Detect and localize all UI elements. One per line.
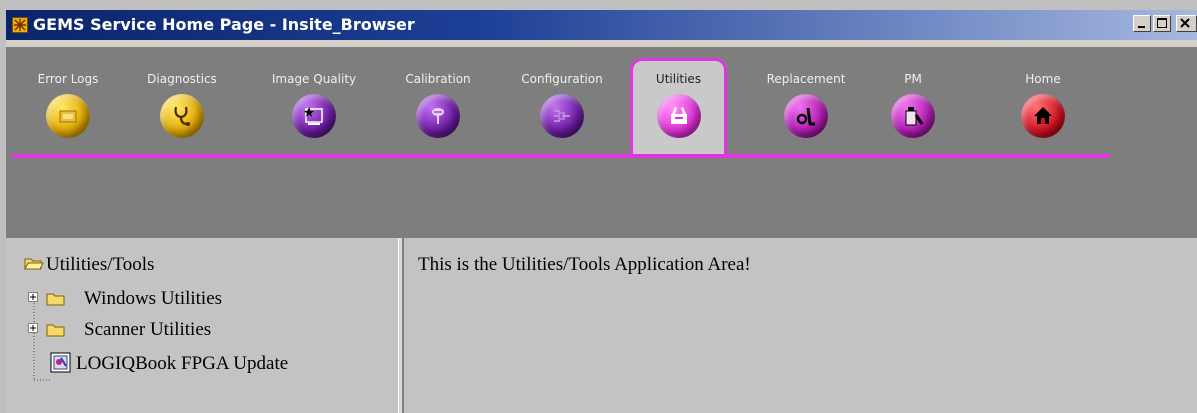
- tab-calibration[interactable]: Calibration: [382, 62, 494, 142]
- tab-pm[interactable]: PM: [857, 62, 969, 142]
- tab-label: Error Logs: [37, 72, 99, 86]
- active-tab-underline: [12, 154, 1110, 158]
- open-folder-icon: [24, 258, 44, 270]
- app-icon: [12, 17, 28, 33]
- tab-label: Home: [1025, 72, 1061, 86]
- tab-label: PM: [904, 72, 922, 86]
- pane-splitter[interactable]: [398, 238, 404, 413]
- tab-label: Configuration: [521, 72, 603, 86]
- tab-label: Image Quality: [271, 72, 357, 86]
- tab-diagnostics[interactable]: Diagnostics: [126, 62, 238, 142]
- tree-item-label: Scanner Utilities: [84, 319, 212, 340]
- folder-icon: [46, 324, 65, 337]
- tree-item-label: Windows Utilities: [84, 288, 223, 309]
- expand-icon[interactable]: [28, 292, 40, 304]
- home-icon: [1021, 94, 1065, 138]
- application-icon: [50, 352, 71, 373]
- window-title: GEMS Service Home Page - Insite_Browser: [33, 15, 415, 34]
- replacement-icon: [784, 94, 828, 138]
- expand-icon[interactable]: [28, 323, 40, 335]
- tab-home[interactable]: Home: [987, 62, 1099, 142]
- minimize-button[interactable]: [1133, 15, 1151, 32]
- window-titlebar[interactable]: GEMS Service Home Page - Insite_Browser: [6, 10, 1197, 40]
- pm-icon: [891, 94, 935, 138]
- configuration-icon: [540, 94, 584, 138]
- utilities-icon: [656, 94, 701, 138]
- menu-separator: [6, 40, 1197, 48]
- tab-label: Utilities: [655, 72, 702, 86]
- tab-utilities[interactable]: Utilities: [630, 58, 727, 158]
- tab-replacement[interactable]: Replacement: [750, 62, 862, 142]
- error-log-icon: [46, 94, 90, 138]
- folder-icon: [46, 293, 65, 306]
- tree-root-label: Utilities/Tools: [46, 254, 155, 275]
- tab-image-quality[interactable]: Image Quality: [258, 62, 370, 142]
- tab-error-logs[interactable]: Error Logs: [12, 62, 124, 142]
- tab-label: Calibration: [405, 72, 471, 86]
- tree-item-label: LOGIQBook FPGA Update: [76, 353, 289, 374]
- maximize-button[interactable]: [1153, 15, 1171, 32]
- stethoscope-icon: [160, 94, 204, 138]
- tab-configuration[interactable]: Configuration: [506, 62, 618, 142]
- tab-label: Replacement: [766, 72, 846, 86]
- close-button[interactable]: [1176, 15, 1197, 32]
- image-quality-icon: [292, 94, 336, 138]
- calibration-icon: [416, 94, 460, 138]
- application-area-message: This is the Utilities/Tools Application …: [418, 254, 751, 275]
- tab-label: Diagnostics: [147, 72, 217, 86]
